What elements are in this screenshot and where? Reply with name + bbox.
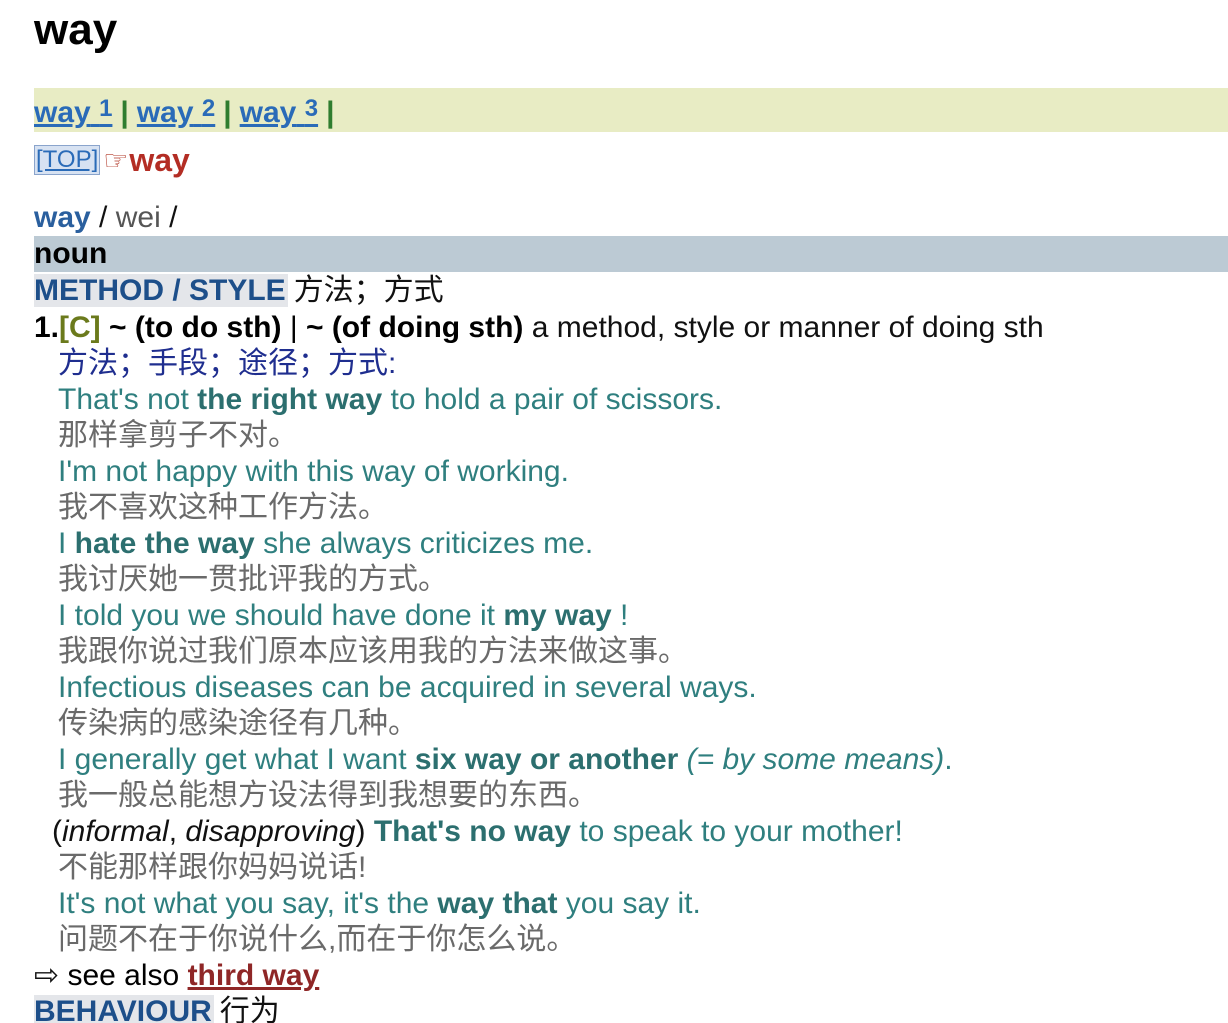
- pron-headword: way: [34, 201, 91, 234]
- example-cn: 传染病的感染途径有几种。: [58, 707, 418, 740]
- example-cn: 我讨厌她一贯批评我的方式。: [58, 563, 448, 596]
- definition-line: 1.[C] ~ (to do sth) | ~ (of doing sth) a…: [34, 311, 1044, 344]
- top-link[interactable]: [TOP]: [34, 145, 101, 175]
- sense-label: METHOD / STYLE: [34, 274, 288, 307]
- sense-header-behaviour: BEHAVIOUR 行为: [34, 994, 1228, 1023]
- see-also-link[interactable]: third way: [188, 959, 320, 992]
- example-en: I generally get what I want six way or a…: [58, 743, 953, 776]
- example-cn: 那样拿剪子不对。: [58, 419, 298, 452]
- right-arrow-icon: ⇨: [34, 959, 60, 992]
- top-anchor-line: [TOP] ☞ way: [34, 136, 1228, 184]
- sense-header-method: METHOD / STYLE 方法；方式: [34, 272, 1228, 310]
- homograph-nav: way 1 | way 2 | way 3 |: [34, 88, 1228, 132]
- example-cn: 我不喜欢这种工作方法。: [58, 491, 388, 524]
- homograph-separator: |: [120, 96, 129, 129]
- sense-label-cn: 行为: [219, 995, 280, 1023]
- part-of-speech: noun: [34, 236, 1228, 272]
- pointing-hand-icon: ☞: [103, 144, 129, 176]
- example-cn: 问题不在于你说什么,而在于你怎么说。: [58, 923, 577, 956]
- grammar-code: [C]: [59, 311, 101, 344]
- definition-cn: 方法；手段；途径；方式:: [58, 347, 397, 380]
- example-en: That's not the right way to hold a pair …: [58, 383, 723, 416]
- example-en: I hate the way she always criticizes me.: [58, 527, 594, 560]
- page-title: way: [34, 5, 118, 54]
- entry-anchor-word: way: [129, 141, 190, 178]
- see-also-line: ⇨ see also third way: [34, 959, 320, 992]
- example-en: It's not what you say, it's the way that…: [58, 887, 701, 920]
- homograph-separator: |: [223, 96, 232, 129]
- homograph-separator: |: [326, 96, 335, 129]
- sense-label-cn: 方法；方式: [293, 274, 444, 307]
- example-en-register: (informal, disapproving) That's no way t…: [52, 815, 903, 848]
- homograph-link-2[interactable]: way 2: [137, 95, 215, 130]
- example-en: Infectious diseases can be acquired in s…: [58, 671, 757, 704]
- example-en: I told you we should have done it my way…: [58, 599, 629, 632]
- example-cn: 我一般总能想方设法得到我想要的东西。: [58, 779, 598, 812]
- homograph-link-1[interactable]: way 1: [34, 95, 112, 130]
- example-cn: 我跟你说过我们原本应该用我的方法来做这事。: [58, 635, 688, 668]
- dictionary-entry: way way 1 | way 2 | way 3 | [TOP] ☞ way …: [34, 0, 1228, 1023]
- sense-label: BEHAVIOUR: [34, 995, 214, 1023]
- pronunciation-line: way / wei /: [34, 201, 178, 234]
- example-en: I'm not happy with this way of working.: [58, 455, 569, 488]
- pronunciation: wei: [115, 201, 161, 234]
- example-cn: 不能那样跟你妈妈说话!: [58, 851, 367, 884]
- homograph-link-3[interactable]: way 3: [240, 95, 318, 130]
